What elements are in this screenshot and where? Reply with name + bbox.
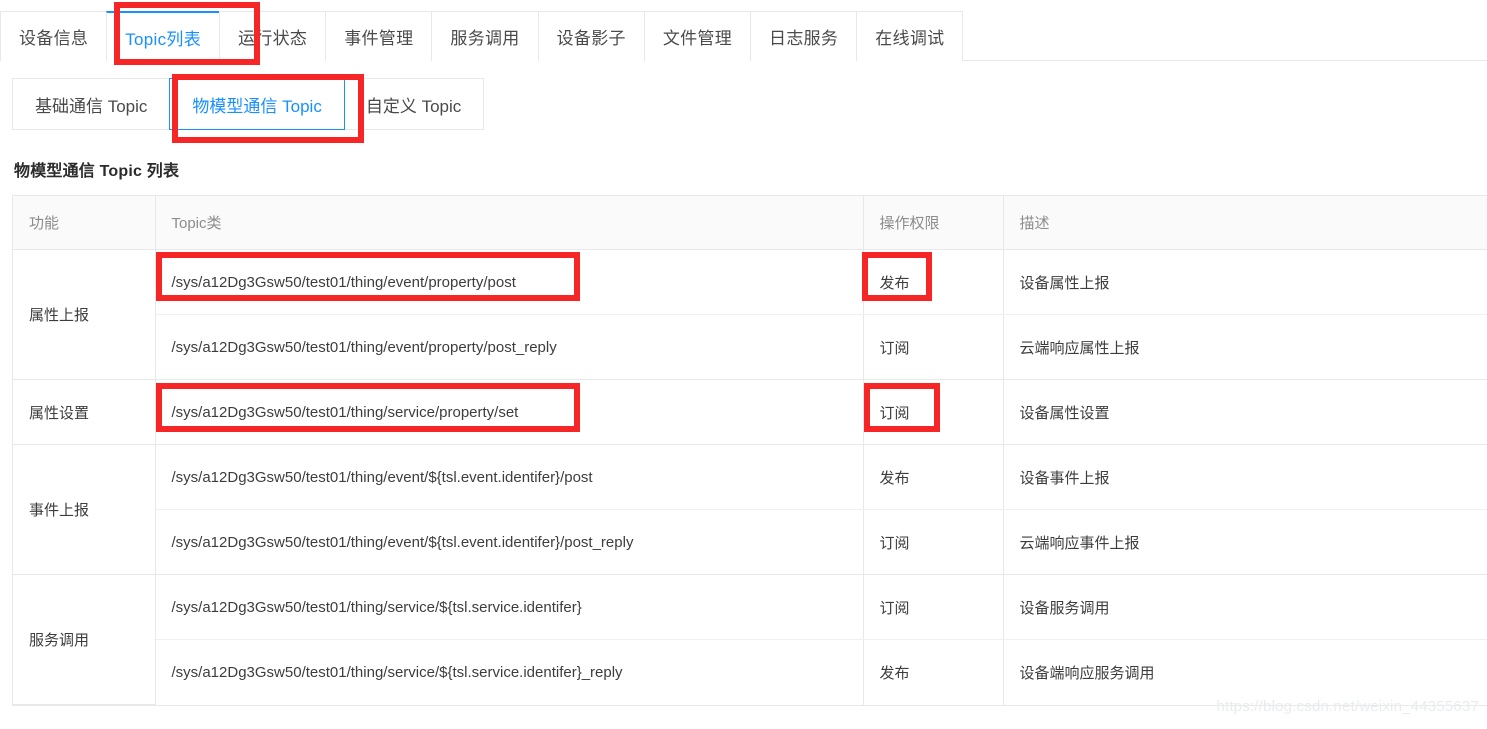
cell-permission: 订阅	[863, 574, 1004, 640]
cell-permission: 发布	[863, 639, 1004, 705]
tab-label: 服务调用	[450, 29, 520, 48]
tab-label: 事件管理	[344, 29, 414, 48]
column-header-permission: 操作权限	[863, 196, 1004, 250]
cell-permission: 发布	[863, 444, 1004, 510]
table-row: 服务调用 /sys/a12Dg3Gsw50/test01/thing/servi…	[13, 574, 1487, 705]
cell-description: 设备服务调用	[1003, 574, 1487, 640]
subtab-custom-topic[interactable]: 自定义 Topic	[343, 79, 484, 129]
column-header-function: 功能	[13, 196, 156, 250]
tab-online-debug[interactable]: 在线调试	[856, 11, 964, 61]
column-header-topic: Topic类	[155, 196, 864, 250]
secondary-tab-bar: 基础通信 Topic 物模型通信 Topic 自定义 Topic	[12, 78, 485, 130]
cell-function: 属性上报	[13, 249, 156, 380]
cell-topic: /sys/a12Dg3Gsw50/test01/thing/event/prop…	[155, 314, 864, 380]
tab-service-invocation[interactable]: 服务调用	[431, 11, 538, 61]
table-head: 功能 Topic类 操作权限 描述	[13, 196, 1487, 250]
tab-file-management[interactable]: 文件管理	[643, 11, 751, 61]
cell-permission: 订阅	[863, 314, 1004, 380]
tab-label: Topic列表	[125, 29, 201, 49]
cell-topic: /sys/a12Dg3Gsw50/test01/thing/event/prop…	[155, 249, 864, 315]
subtab-label: 物模型通信 Topic	[192, 96, 322, 116]
tab-label: 文件管理	[662, 29, 733, 48]
watermark: https://blog.csdn.net/weixin_44355637	[1216, 698, 1479, 715]
cell-description: 设备属性设置	[1003, 379, 1487, 445]
cell-topic: /sys/a12Dg3Gsw50/test01/thing/event/${ts…	[155, 444, 864, 510]
cell-function: 事件上报	[13, 444, 156, 575]
cell-permission: 订阅	[863, 379, 1004, 445]
column-header-description: 描述	[1003, 196, 1487, 250]
tab-log-service[interactable]: 日志服务	[750, 11, 857, 61]
subtab-label: 基础通信 Topic	[35, 96, 148, 116]
cell-description: 设备属性上报	[1003, 249, 1487, 315]
tab-device-shadow[interactable]: 设备影子	[537, 11, 644, 61]
table-body: 属性上报 /sys/a12Dg3Gsw50/test01/thing/event…	[13, 249, 1487, 705]
cell-description: 设备端响应服务调用	[1003, 639, 1487, 705]
tab-running-status[interactable]: 运行状态	[219, 11, 326, 61]
tab-event-management[interactable]: 事件管理	[325, 11, 432, 61]
primary-tab-bar: 设备信息 Topic列表 运行状态 事件管理 服务调用 设备影子 文件管理 日志…	[0, 11, 1487, 61]
page-root: 设备信息 Topic列表 运行状态 事件管理 服务调用 设备影子 文件管理 日志…	[0, 0, 1487, 729]
cell-topic: /sys/a12Dg3Gsw50/test01/thing/service/${…	[155, 574, 864, 640]
cell-function: 属性设置	[13, 379, 156, 445]
subtab-label: 自定义 Topic	[365, 96, 462, 116]
topic-table: 功能 Topic类 操作权限 描述 属性上报 /sys/a12Dg3Gsw50/…	[13, 196, 1487, 705]
topic-table-container: 功能 Topic类 操作权限 描述 属性上报 /sys/a12Dg3Gsw50/…	[12, 195, 1487, 706]
cell-topic: /sys/a12Dg3Gsw50/test01/thing/service/${…	[155, 639, 864, 705]
table-row: /sys/a12Dg3Gsw50/test01/thing/event/${ts…	[13, 509, 1487, 575]
tab-label: 日志服务	[769, 29, 839, 48]
table-row: /sys/a12Dg3Gsw50/test01/thing/event/prop…	[13, 314, 1487, 380]
page-title: 物模型通信 Topic 列表	[14, 163, 180, 180]
cell-topic: /sys/a12Dg3Gsw50/test01/thing/service/pr…	[155, 379, 864, 445]
tab-device-info[interactable]: 设备信息	[0, 11, 107, 61]
tab-label: 设备信息	[19, 29, 89, 48]
table-row: /sys/a12Dg3Gsw50/test01/thing/service/${…	[13, 639, 1487, 705]
tab-topic-list[interactable]: Topic列表	[106, 11, 219, 61]
cell-description: 云端响应属性上报	[1003, 314, 1487, 380]
tab-label: 在线调试	[875, 29, 945, 48]
tab-bar-filler	[963, 11, 1487, 61]
cell-description: 设备事件上报	[1003, 444, 1487, 510]
cell-permission: 订阅	[863, 509, 1004, 575]
cell-topic: /sys/a12Dg3Gsw50/test01/thing/event/${ts…	[155, 509, 864, 575]
cell-permission: 发布	[863, 249, 1004, 315]
table-header-row: 功能 Topic类 操作权限 描述	[13, 196, 1487, 250]
cell-function: 服务调用	[13, 574, 156, 705]
table-row: 属性设置 /sys/a12Dg3Gsw50/test01/thing/servi…	[13, 379, 1487, 445]
tab-label: 设备影子	[556, 29, 626, 48]
tab-label: 运行状态	[238, 29, 308, 48]
subtab-thing-model-communication-topic[interactable]: 物模型通信 Topic	[169, 78, 345, 130]
cell-description: 云端响应事件上报	[1003, 509, 1487, 575]
table-row: 事件上报 /sys/a12Dg3Gsw50/test01/thing/event…	[13, 444, 1487, 575]
subtab-basic-communication-topic[interactable]: 基础通信 Topic	[13, 79, 171, 129]
table-row: 属性上报 /sys/a12Dg3Gsw50/test01/thing/event…	[13, 249, 1487, 380]
